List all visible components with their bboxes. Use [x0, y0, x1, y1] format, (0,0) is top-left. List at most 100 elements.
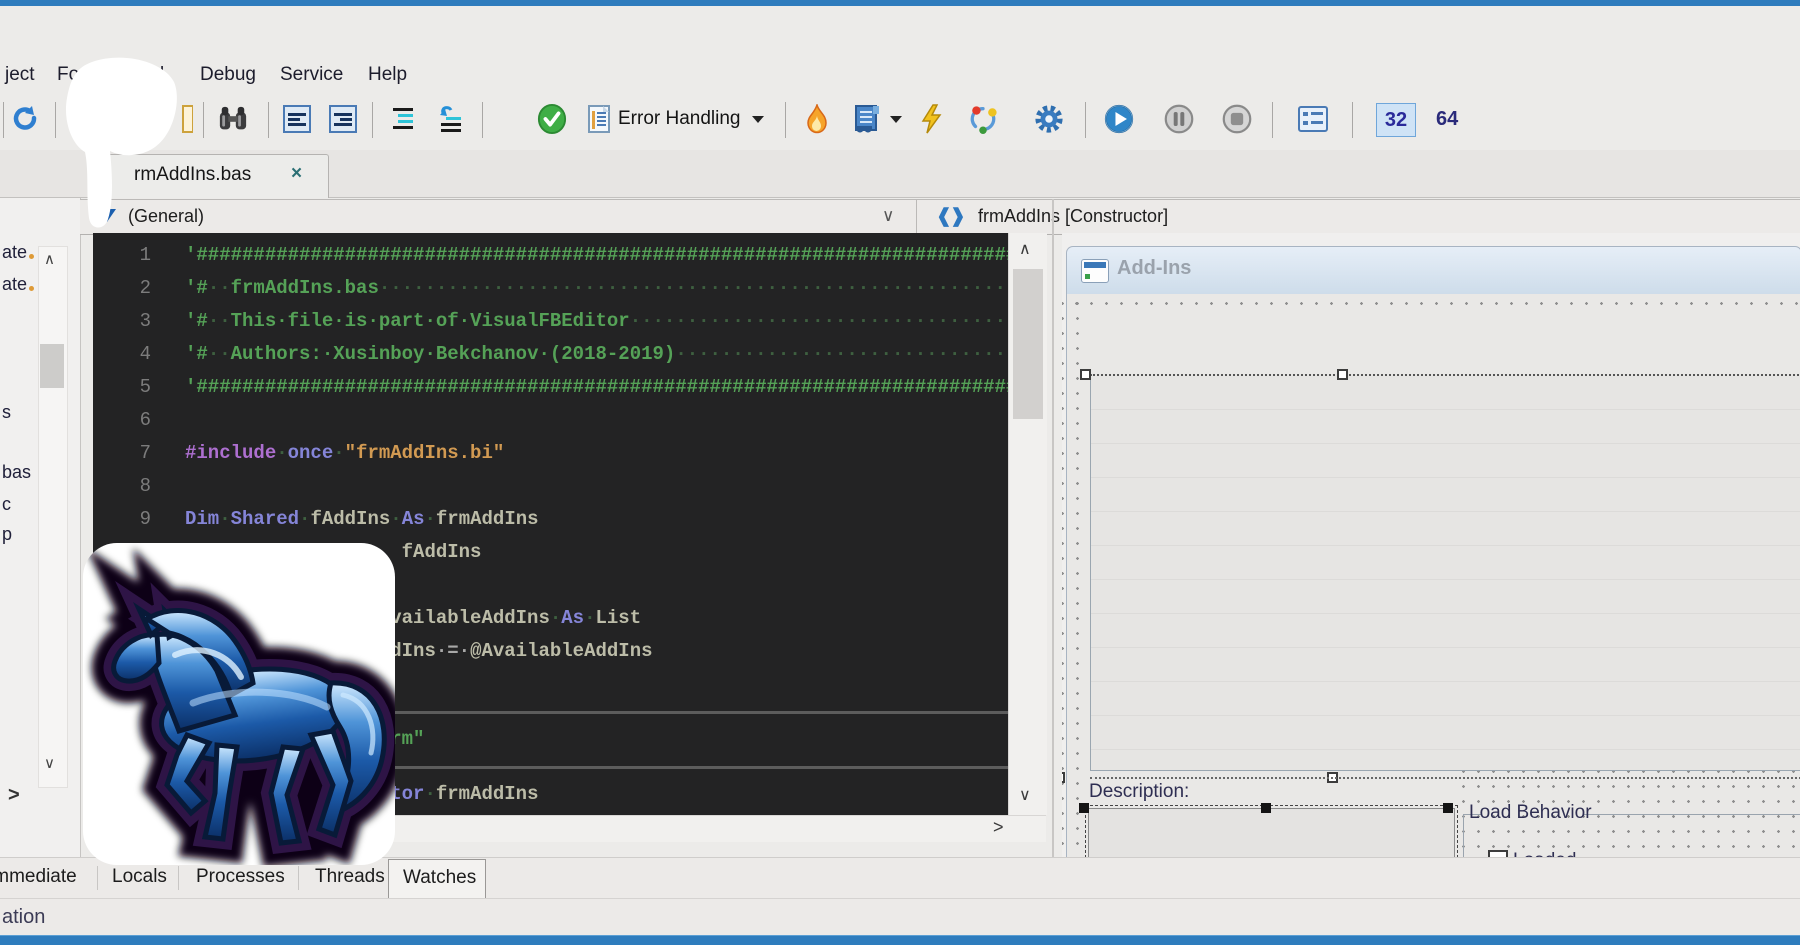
member-combo-value: frmAddIns [Constructor]	[978, 206, 1168, 227]
error-handling-label[interactable]: Error Handling	[618, 108, 741, 130]
tab-watches-label: Watches	[403, 867, 476, 889]
menu-item-debug[interactable]: Debug	[200, 64, 256, 86]
selection-handle[interactable]	[1080, 369, 1091, 380]
report-icon[interactable]	[1298, 104, 1328, 134]
loaded-checkbox-label[interactable]: Loaded	[1513, 850, 1576, 857]
menu-item-service[interactable]: Service	[280, 64, 343, 86]
code-line[interactable]: 3'#··This·file·is·part·of·VisualFBEditor…	[93, 305, 1008, 338]
menu-bar: ject Form Build Debug Service Help	[0, 58, 1800, 94]
align-left-icon[interactable]	[282, 104, 312, 134]
compile-32bit-toggle[interactable]: 32	[1376, 103, 1416, 137]
tree-item[interactable]: p	[2, 524, 12, 545]
code-line[interactable]: 4'#··Authors:·Xusinboy·Bekchanov·(2018-2…	[93, 338, 1008, 371]
form-window-icon	[1081, 259, 1109, 283]
visualfbeditor-window: ject Form Build Debug Service Help	[0, 0, 1800, 945]
build-run-icon[interactable]	[968, 104, 998, 134]
code-line[interactable]: 5'######################################…	[93, 371, 1008, 404]
code-line[interactable]: 9Dim·Shared·fAddIns·As·frmAddIns	[93, 503, 1008, 536]
toolbar: Error Handling	[0, 96, 1800, 146]
toolbar-separator	[372, 102, 373, 138]
addins-listview-control[interactable]	[1090, 374, 1800, 771]
form-designer-canvas[interactable]: Add-Ins Description: Load Behavior Load	[1062, 233, 1800, 857]
tab-locals[interactable]: Locals	[112, 866, 167, 888]
description-textbox-control[interactable]	[1088, 808, 1455, 857]
code-line[interactable]: 2'#··frmAddIns.bas······················…	[93, 272, 1008, 305]
designed-form-body[interactable]: Description: Load Behavior Loaded Load O…	[1066, 294, 1800, 857]
compile-64bit-toggle[interactable]: 64	[1436, 103, 1458, 135]
designed-form-titlebar[interactable]: Add-Ins	[1066, 246, 1800, 295]
project-tree-panel[interactable]: ate ate s bas c p ∧ ∨ >	[0, 198, 81, 857]
code-line[interactable]: 8	[93, 470, 1008, 503]
outdent-icon[interactable]	[436, 104, 466, 134]
tree-item[interactable]: c	[2, 494, 11, 515]
gear-icon[interactable]	[1034, 104, 1064, 134]
load-behavior-groupbox-label[interactable]: Load Behavior	[1469, 802, 1592, 824]
code-line[interactable]: 7#include·once·"frmAddIns.bi"	[93, 437, 1008, 470]
line-number: 6	[93, 404, 185, 437]
tree-item[interactable]: bas	[2, 462, 31, 483]
align-right-icon[interactable]	[328, 104, 358, 134]
description-label[interactable]: Description:	[1089, 781, 1189, 803]
combo-divider	[916, 200, 917, 233]
line-number: 8	[93, 470, 185, 503]
toolbar-separator	[203, 102, 204, 138]
scroll-right-icon[interactable]: >	[993, 817, 1004, 838]
tree-item[interactable]: ate	[2, 242, 27, 263]
status-bar: ation	[0, 898, 1800, 936]
grid-dots	[1062, 296, 1085, 857]
editor-scrollbar-thumb[interactable]	[1013, 269, 1043, 419]
tree-item[interactable]: s	[2, 402, 11, 423]
tab-watches[interactable]: Watches	[388, 859, 486, 899]
scroll-down-icon[interactable]: ∨	[1019, 785, 1031, 805]
stop-icon[interactable]	[1222, 104, 1252, 134]
bottom-accent-bar	[0, 935, 1800, 945]
editor-vertical-scrollbar[interactable]: ∧ ∨	[1008, 233, 1047, 815]
run-icon[interactable]	[1104, 104, 1134, 134]
redo-icon[interactable]	[10, 104, 40, 134]
find-icon[interactable]	[218, 104, 248, 134]
tab-immediate[interactable]: Immediate	[0, 866, 77, 888]
selection-handle[interactable]	[1062, 772, 1065, 783]
tree-vertical-scrollbar[interactable]	[38, 246, 68, 788]
toolbar-separator	[55, 102, 56, 138]
chevron-down-icon[interactable]: ∨	[882, 206, 894, 226]
tree-scrollbar-thumb[interactable]	[40, 344, 64, 388]
selection-handle-filled[interactable]	[1261, 803, 1271, 813]
selection-handle-filled[interactable]	[1443, 803, 1453, 813]
tab-close-icon[interactable]: ×	[291, 163, 302, 185]
tab-threads[interactable]: Threads	[315, 866, 385, 888]
scroll-up-icon[interactable]: ∧	[44, 250, 55, 268]
line-number: 3	[93, 305, 185, 338]
groupbox-border	[1463, 814, 1464, 857]
error-handling-dropdown-caret[interactable]	[752, 116, 764, 123]
scroll-down-icon[interactable]: ∨	[44, 754, 55, 772]
code-line[interactable]: 6	[93, 404, 1008, 437]
toolbar-separator	[482, 102, 483, 138]
designed-form-title: Add-Ins	[1117, 257, 1191, 280]
line-number: 2	[93, 272, 185, 305]
lightning-icon[interactable]	[916, 104, 946, 134]
selection-handle-filled[interactable]	[1079, 803, 1089, 813]
selection-ants-line	[1090, 777, 1800, 779]
tree-item[interactable]: ate	[2, 274, 27, 295]
menu-item-help[interactable]: Help	[368, 64, 407, 86]
selection-handle[interactable]	[1337, 369, 1348, 380]
flame-icon[interactable]	[802, 104, 832, 134]
menu-item-project[interactable]: ject	[5, 64, 35, 86]
pause-icon[interactable]	[1164, 104, 1194, 134]
script-dropdown-caret[interactable]	[890, 116, 902, 123]
line-number: 9	[93, 503, 185, 536]
pane-splitter[interactable]	[1052, 199, 1054, 857]
syntax-check-icon[interactable]	[537, 104, 567, 134]
indent-icon[interactable]	[388, 104, 418, 134]
scroll-right-icon[interactable]: >	[8, 784, 20, 807]
white-blob-overlay	[62, 56, 182, 242]
error-doc-icon[interactable]	[585, 104, 615, 134]
script-icon[interactable]	[852, 104, 882, 134]
modified-dot-icon	[29, 286, 34, 291]
scroll-up-icon[interactable]: ∧	[1019, 239, 1031, 259]
code-line[interactable]: 1'######################################…	[93, 239, 1008, 272]
tab-processes[interactable]: Processes	[196, 866, 285, 888]
loaded-checkbox[interactable]	[1488, 850, 1508, 857]
top-accent-bar	[0, 0, 1800, 6]
